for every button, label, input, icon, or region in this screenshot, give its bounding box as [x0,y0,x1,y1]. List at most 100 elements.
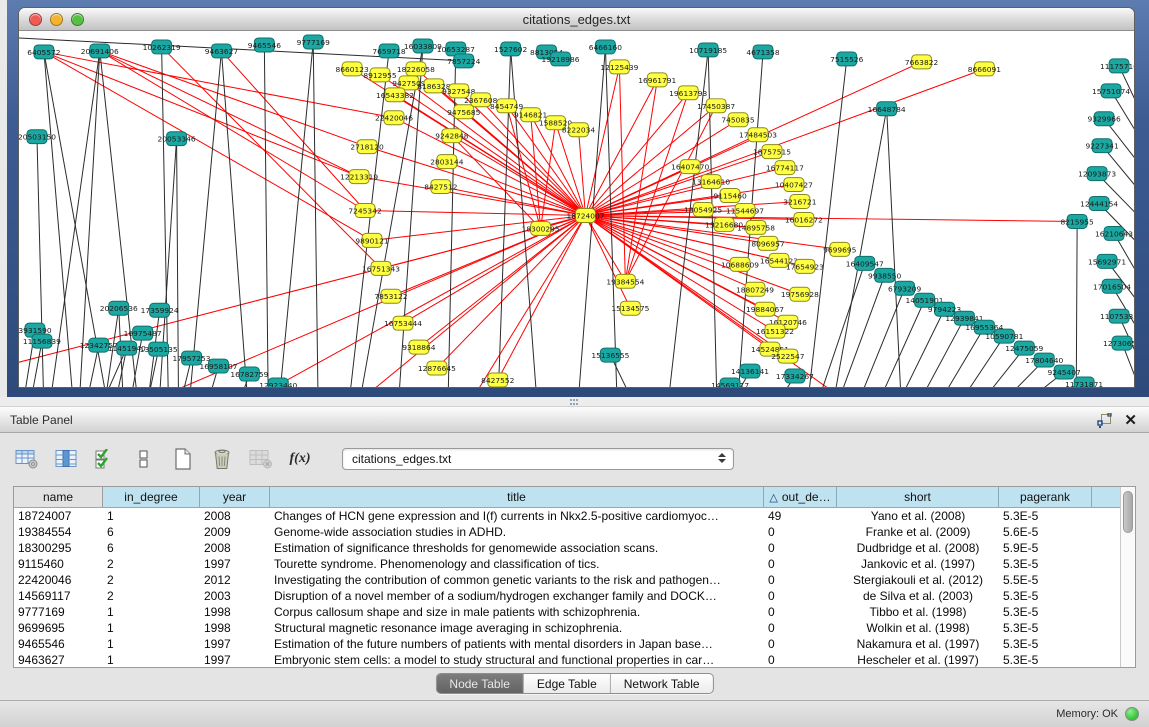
table-row[interactable]: 1830029562008Estimation of significance … [14,540,1120,556]
table-cell[interactable]: 5.5E-5 [999,572,1092,588]
table-cell[interactable]: 5.3E-5 [999,508,1092,524]
table-cell[interactable]: 5.3E-5 [999,556,1092,572]
table-cell[interactable]: 0 [764,620,837,636]
delete-table-icon[interactable] [209,446,235,472]
table-row[interactable]: 969969511998Structural magnetic resonanc… [14,620,1120,636]
table-cell[interactable]: 22420046 [14,572,103,588]
column-header-title[interactable]: title [270,487,764,507]
table-cell[interactable]: Franke et al. (2009) [837,524,999,540]
table-cell[interactable]: Nakamura et al. (1997) [837,636,999,652]
table-cell[interactable]: 5.6E-5 [999,524,1092,540]
table-cell[interactable]: 2 [103,572,200,588]
unselect-rows-icon[interactable] [131,446,157,472]
vertical-scrollbar[interactable] [1120,487,1135,667]
table-cell[interactable] [1092,540,1120,556]
table-row[interactable]: 1456911722003Disruption of a novel membe… [14,588,1120,604]
table-cell[interactable] [1092,652,1120,667]
tab-node-table[interactable]: Node Table [436,674,523,693]
table-cell[interactable]: 18300295 [14,540,103,556]
table-cell[interactable]: 5.3E-5 [999,620,1092,636]
table-cell[interactable]: 9777169 [14,604,103,620]
close-panel-icon[interactable]: ✕ [1124,413,1137,428]
column-header-in_degree[interactable]: in_degree [103,487,200,507]
table-row[interactable]: 2242004622012Investigating the contribut… [14,572,1120,588]
table-cell[interactable]: 1997 [200,556,270,572]
table-cell[interactable] [1092,572,1120,588]
table-cell[interactable]: 9115460 [14,556,103,572]
table-cell[interactable]: 2003 [200,588,270,604]
table-cell[interactable]: 1998 [200,604,270,620]
table-cell[interactable]: 2012 [200,572,270,588]
table-selector-combobox[interactable]: citations_edges.txt [342,448,734,470]
table-cell[interactable] [1092,604,1120,620]
table-cell[interactable]: Stergiakouli et al. (2012) [837,572,999,588]
tab-network-table[interactable]: Network Table [610,674,713,693]
table-cell[interactable] [1092,636,1120,652]
column-header-name[interactable]: name [14,487,103,507]
table-cell[interactable]: Tourette syndrome. Phenomenology and cla… [270,556,764,572]
table-cell[interactable]: Embryonic stem cells: a model to study s… [270,652,764,667]
table-cell[interactable]: 5.3E-5 [999,652,1092,667]
table-cell[interactable]: 5.3E-5 [999,588,1092,604]
table-cell[interactable]: 14569117 [14,588,103,604]
network-window-titlebar[interactable]: citations_edges.txt [19,8,1134,31]
table-cell[interactable]: Jankovic et al. (1997) [837,556,999,572]
split-divider[interactable] [0,397,1149,407]
table-cell[interactable]: 5.3E-5 [999,604,1092,620]
table-cell[interactable]: 0 [764,652,837,667]
table-row[interactable]: 946554611997Estimation of the future num… [14,636,1120,652]
table-cell[interactable]: 0 [764,636,837,652]
table-cell[interactable]: 6 [103,540,200,556]
table-cell[interactable]: 0 [764,524,837,540]
table-cell[interactable]: 1 [103,508,200,524]
column-header-pagerank[interactable]: pagerank [999,487,1092,507]
tab-edge-table[interactable]: Edge Table [523,674,610,693]
table-cell[interactable]: Dudbridge et al. (2008) [837,540,999,556]
table-cell[interactable]: 0 [764,540,837,556]
table-cell[interactable]: 5.3E-5 [999,636,1092,652]
table-cell[interactable]: 2 [103,588,200,604]
column-header-year[interactable]: year [200,487,270,507]
show-column-icon[interactable] [53,446,79,472]
table-cell[interactable]: 1 [103,652,200,667]
table-cell[interactable] [1092,620,1120,636]
table-cell[interactable]: 2 [103,556,200,572]
table-cell[interactable] [1092,524,1120,540]
table-cell[interactable] [1092,508,1120,524]
table-row[interactable]: 977716911998Corpus callosum shape and si… [14,604,1120,620]
new-table-icon[interactable] [170,446,196,472]
table-cell[interactable]: Estimation of the future numbers of pati… [270,636,764,652]
table-cell[interactable]: 0 [764,572,837,588]
table-cell[interactable]: 1997 [200,636,270,652]
table-cell[interactable]: Corpus callosum shape and size in male p… [270,604,764,620]
table-options-icon[interactable] [14,446,40,472]
table-cell[interactable]: Changes of HCN gene expression and I(f) … [270,508,764,524]
table-cell[interactable]: 1997 [200,652,270,667]
table-cell[interactable]: 9463627 [14,652,103,667]
table-cell[interactable]: 9465546 [14,636,103,652]
table-cell[interactable]: Estimation of significance thresholds fo… [270,540,764,556]
table-cell[interactable]: 49 [764,508,837,524]
table-cell[interactable]: Tibbo et al. (1998) [837,604,999,620]
network-canvas[interactable]: 1872400786601238912955182260589427509165… [19,32,1134,387]
table-cell[interactable]: 19384554 [14,524,103,540]
table-cell[interactable] [1092,588,1120,604]
table-cell[interactable] [1092,556,1120,572]
table-cell[interactable]: Genome-wide association studies in ADHD. [270,524,764,540]
table-cell[interactable]: 0 [764,588,837,604]
table-cell[interactable]: 5.9E-5 [999,540,1092,556]
column-header-short[interactable]: short [837,487,999,507]
table-cell[interactable]: 18724007 [14,508,103,524]
table-row[interactable]: 946362711997Embryonic stem cells: a mode… [14,652,1120,667]
table-cell[interactable]: Structural magnetic resonance image aver… [270,620,764,636]
table-row[interactable]: 1938455462009Genome-wide association stu… [14,524,1120,540]
table-cell[interactable]: 6 [103,524,200,540]
table-cell[interactable]: 2009 [200,524,270,540]
table-cell[interactable]: Hescheler et al. (1997) [837,652,999,667]
table-cell[interactable]: Disruption of a novel member of a sodium… [270,588,764,604]
table-cell[interactable]: 1 [103,636,200,652]
scrollbar-thumb[interactable] [1123,491,1133,533]
table-row[interactable]: 1872400712008Changes of HCN gene express… [14,508,1120,524]
table-cell[interactable]: de Silva et al. (2003) [837,588,999,604]
table-cell[interactable]: 2008 [200,540,270,556]
